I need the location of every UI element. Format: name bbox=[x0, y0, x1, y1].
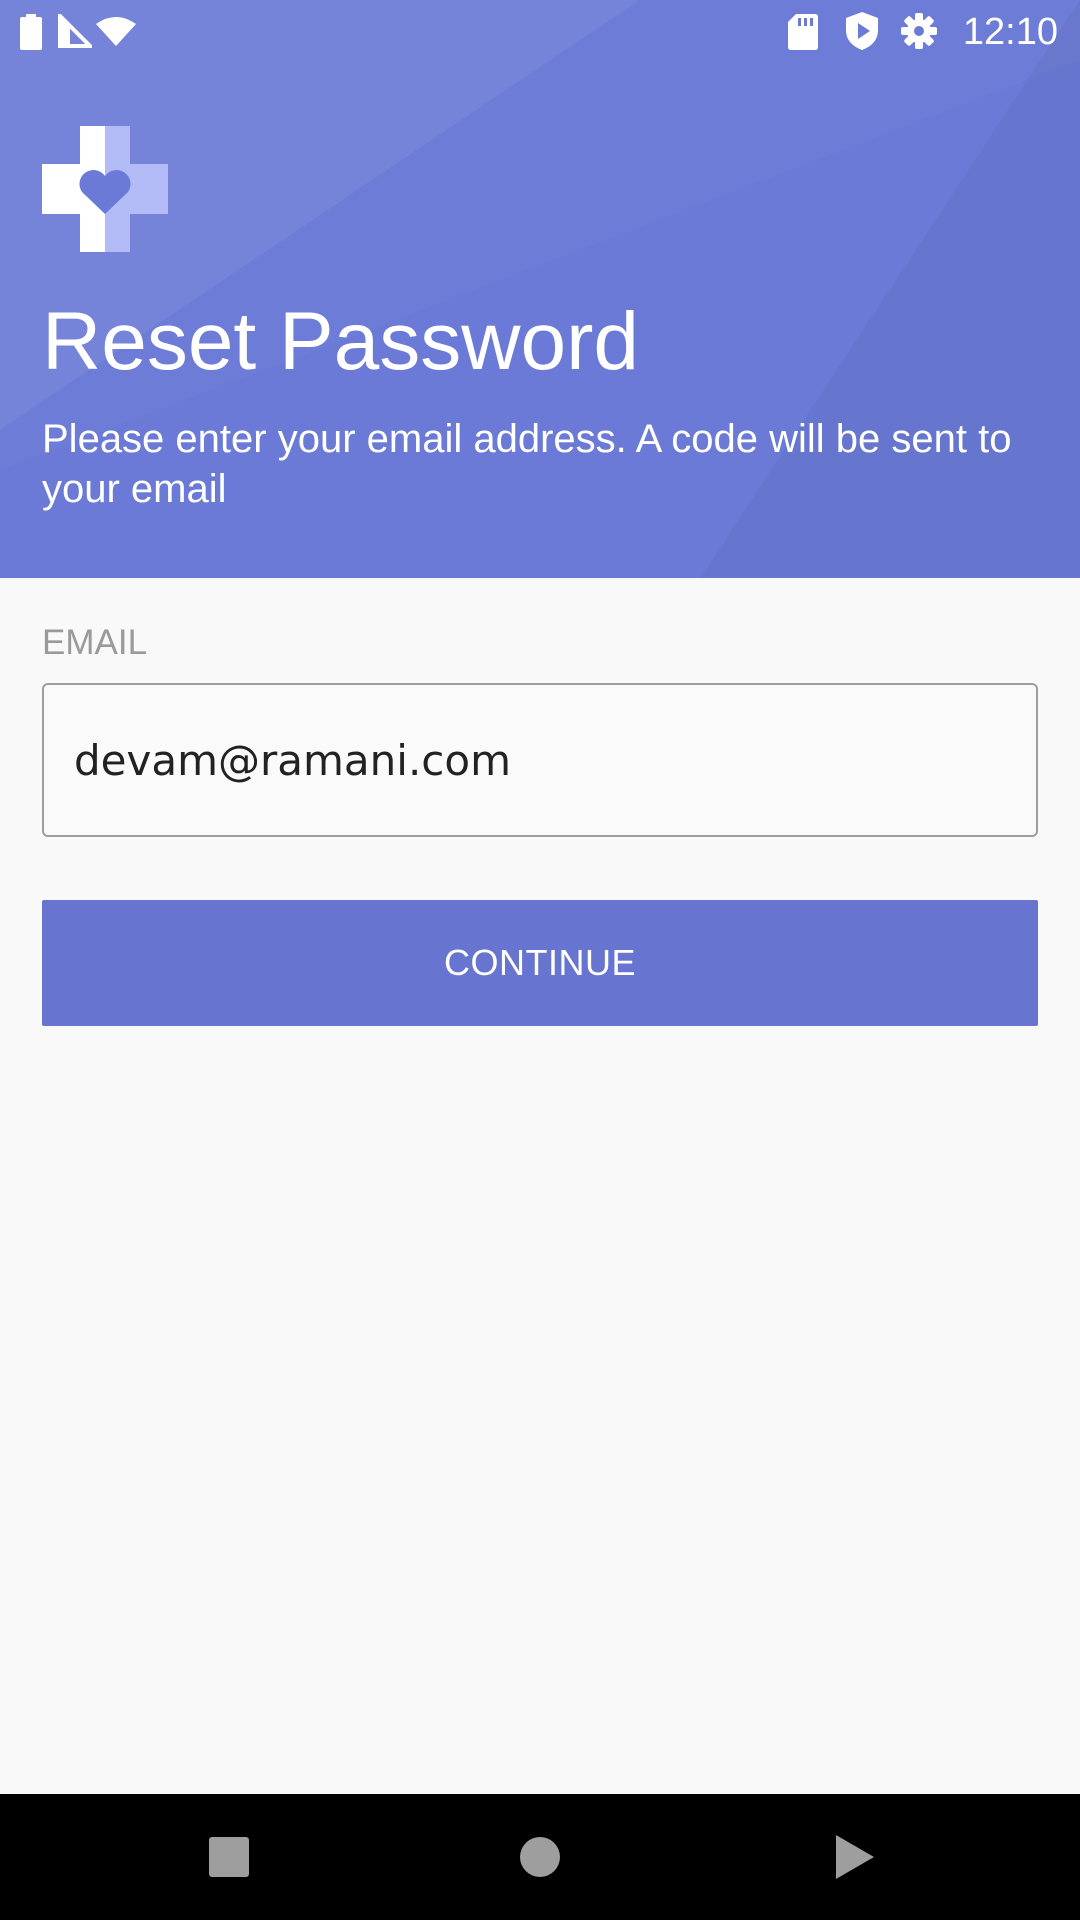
navigation-bar bbox=[0, 1794, 1080, 1920]
recents-square-icon[interactable] bbox=[199, 1827, 259, 1887]
status-time: 12:10 bbox=[962, 11, 1058, 53]
email-label: EMAIL bbox=[42, 623, 148, 662]
header-banner: 12:10 Reset Password Please enter your e… bbox=[0, 0, 1080, 578]
battery-icon bbox=[20, 14, 42, 50]
page-subtitle: Please enter your email address. A code … bbox=[42, 417, 1012, 511]
page-title: Reset Password bbox=[42, 296, 640, 387]
medical-cross-heart-logo bbox=[42, 126, 168, 252]
shield-play-icon bbox=[846, 12, 878, 50]
back-triangle-icon[interactable] bbox=[826, 1827, 886, 1887]
email-field[interactable] bbox=[42, 683, 1038, 837]
gear-icon bbox=[901, 13, 937, 49]
wifi-icon bbox=[96, 17, 136, 46]
continue-button[interactable]: CONTINUE bbox=[42, 900, 1038, 1026]
cell-signal-icon bbox=[58, 14, 92, 48]
status-bar: 12:10 bbox=[0, 0, 1080, 64]
home-circle-icon[interactable] bbox=[510, 1827, 570, 1887]
sd-card-icon bbox=[788, 14, 818, 50]
email-input[interactable] bbox=[74, 725, 1004, 795]
